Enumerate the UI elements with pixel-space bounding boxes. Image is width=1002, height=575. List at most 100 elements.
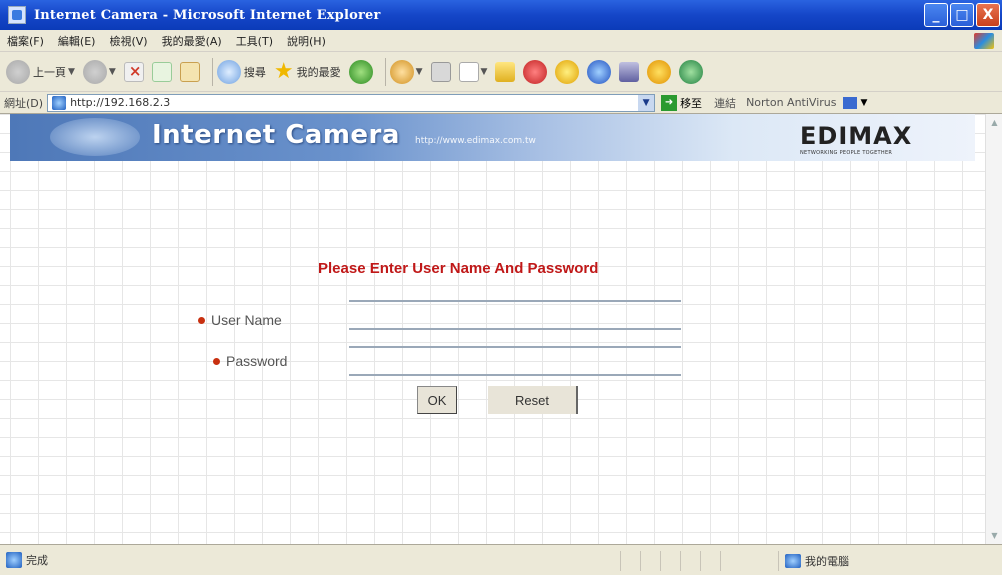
password-label: Password (213, 353, 287, 369)
edimax-logo: EDIMAX (800, 122, 913, 150)
print-button[interactable] (430, 61, 451, 82)
back-label: 上一頁 (33, 65, 66, 79)
home-button[interactable] (179, 61, 200, 82)
ie-page-icon (8, 6, 26, 24)
login-heading: Please Enter User Name And Password (318, 260, 599, 277)
stop-button[interactable] (123, 61, 144, 82)
banner-url: http://www.edimax.com.tw (415, 136, 536, 146)
forward-button[interactable]: ▼ (82, 59, 116, 84)
globe-button[interactable] (587, 59, 612, 84)
scroll-down-icon[interactable]: ▼ (986, 527, 1002, 544)
menu-help[interactable]: 說明(H) (280, 33, 333, 49)
messenger-button[interactable] (523, 59, 548, 84)
book-button[interactable] (619, 61, 640, 82)
banner-title: Internet Camera (152, 120, 400, 150)
favorites-button[interactable]: ★ 我的最愛 (273, 58, 341, 84)
password-input[interactable] (349, 346, 681, 376)
chevron-down-icon[interactable]: ▼ (109, 67, 116, 77)
scroll-up-icon[interactable]: ▲ (986, 114, 1002, 131)
toolbar: 上一頁 ▼ ▼ 搜尋 ★ 我的最愛 ▼ ▼ (0, 52, 1002, 92)
address-url[interactable]: http://192.168.2.3 (70, 96, 638, 109)
password-label-text: Password (226, 353, 288, 369)
go-button[interactable]: ➜ 移至 (661, 94, 703, 111)
close-button[interactable]: X (976, 3, 1000, 27)
toolbar-divider (211, 57, 213, 86)
people-icon (679, 59, 704, 84)
menu-favorites[interactable]: 我的最愛(A) (155, 33, 229, 49)
page-content: Internet Camera http://www.edimax.com.tw… (0, 114, 985, 544)
chevron-down-icon[interactable]: ▼ (638, 94, 655, 111)
search-label: 搜尋 (243, 65, 266, 79)
back-arrow-icon (6, 59, 30, 84)
history-button[interactable]: ▼ (389, 59, 423, 84)
smiley-button[interactable] (647, 59, 672, 84)
edimax-tagline: NETWORKING PEOPLE TOGETHER (800, 150, 893, 156)
globe-icon (587, 59, 612, 84)
norton-icon[interactable] (842, 96, 857, 109)
favorites-label: 我的最愛 (296, 65, 341, 79)
links-button[interactable]: 連結 (714, 95, 736, 111)
bullet-icon (213, 357, 220, 365)
flower-icon (555, 59, 580, 84)
windows-logo-icon (974, 33, 994, 49)
menu-tools[interactable]: 工具(T) (229, 33, 280, 49)
address-bar: 網址(D) http://192.168.2.3 ▼ ➜ 移至 連結 Norto… (0, 92, 1002, 114)
username-label: User Name (198, 312, 282, 328)
folder-icon (495, 61, 516, 82)
go-arrow-icon: ➜ (661, 94, 678, 111)
status-panel (700, 551, 720, 571)
refresh-icon (151, 61, 172, 82)
people-button[interactable] (679, 59, 704, 84)
chevron-down-icon[interactable]: ▼ (481, 67, 488, 77)
menu-file[interactable]: 檔案(F) (0, 33, 51, 49)
messenger-icon (523, 59, 548, 84)
reset-button[interactable]: Reset (488, 386, 578, 414)
ie-page-icon (52, 95, 67, 110)
edit-page-icon (458, 61, 479, 82)
status-panel (660, 551, 680, 571)
forward-arrow-icon (82, 59, 107, 84)
username-label-text: User Name (211, 312, 282, 328)
norton-label[interactable]: Norton AntiVirus (746, 96, 836, 109)
maximize-button[interactable]: □ (950, 3, 974, 27)
media-icon (348, 59, 373, 84)
window-controls: _ □ X (924, 3, 1000, 27)
chevron-down-icon[interactable]: ▼ (861, 98, 868, 108)
back-button[interactable]: 上一頁 ▼ (6, 59, 75, 84)
chevron-down-icon[interactable]: ▼ (416, 67, 423, 77)
vertical-scrollbar[interactable]: ▲ ▼ (985, 114, 1002, 544)
book-icon (619, 61, 640, 82)
history-icon (389, 59, 414, 84)
go-label: 移至 (680, 96, 703, 110)
chevron-down-icon[interactable]: ▼ (68, 67, 75, 77)
search-button[interactable]: 搜尋 (216, 59, 266, 84)
ok-button[interactable]: OK (417, 386, 457, 414)
menu-edit[interactable]: 編輯(E) (51, 33, 103, 49)
media-button[interactable] (348, 59, 373, 84)
world-map-icon (50, 118, 140, 156)
printer-icon (430, 61, 451, 82)
page-done-icon (6, 552, 22, 568)
home-icon (179, 61, 200, 82)
star-icon: ★ (273, 58, 294, 84)
zone-text: 我的電腦 (805, 555, 849, 568)
title-bar: Internet Camera - Microsoft Internet Exp… (0, 0, 1002, 30)
security-zone: 我的電腦 (778, 551, 849, 571)
status-text: 完成 (26, 554, 48, 567)
status-panel (640, 551, 660, 571)
header-banner: Internet Camera http://www.edimax.com.tw… (10, 114, 975, 161)
username-input[interactable] (349, 300, 681, 330)
bullet-icon (198, 316, 205, 324)
edit-button[interactable]: ▼ (458, 61, 488, 82)
minimize-button[interactable]: _ (924, 3, 948, 27)
refresh-button[interactable] (151, 61, 172, 82)
flower-button[interactable] (555, 59, 580, 84)
menu-view[interactable]: 檢視(V) (102, 33, 154, 49)
address-input[interactable]: http://192.168.2.3 ▼ (47, 93, 656, 112)
window-title: Internet Camera - Microsoft Internet Exp… (34, 7, 381, 23)
folder-button[interactable] (495, 61, 516, 82)
menu-bar: 檔案(F) 編輯(E) 檢視(V) 我的最愛(A) 工具(T) 說明(H) (0, 30, 1002, 52)
stop-icon (123, 61, 144, 82)
status-bar: 完成 我的電腦 (0, 544, 1002, 575)
status-panel (680, 551, 700, 571)
